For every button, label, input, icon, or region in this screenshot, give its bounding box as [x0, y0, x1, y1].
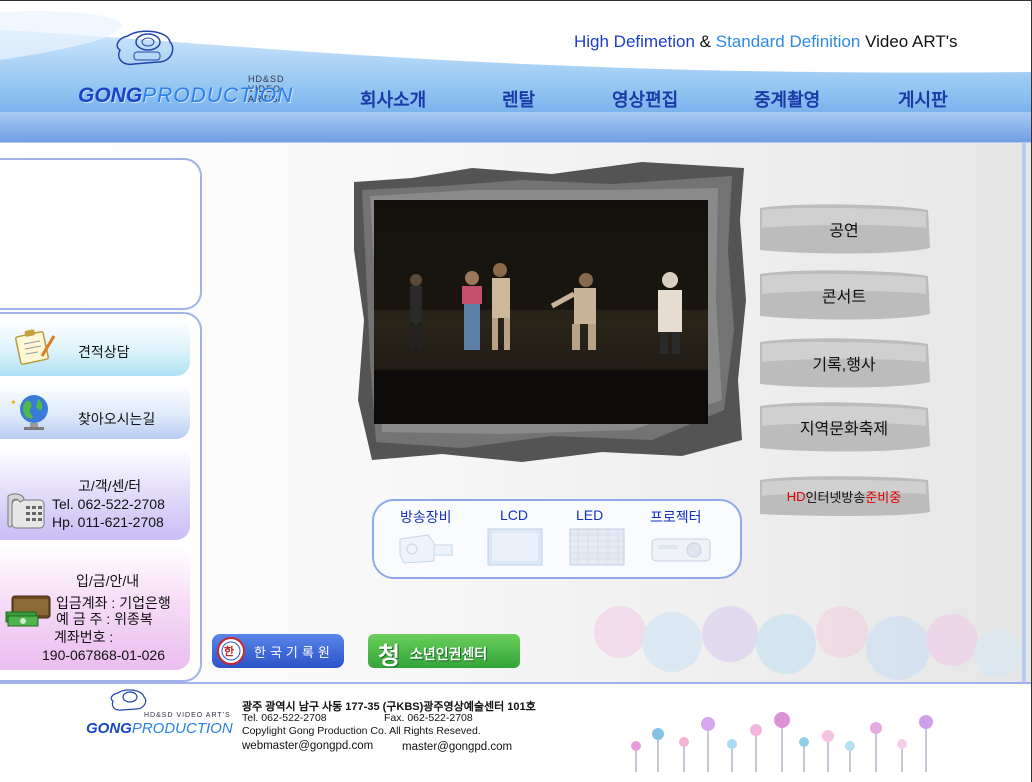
- nav-item-editing[interactable]: 영상편집: [612, 86, 678, 112]
- footer-logo-production: PRODUCTION: [131, 720, 233, 737]
- nav-item-broadcast[interactable]: 중계촬영: [754, 86, 820, 112]
- site-logo[interactable]: HD&SD VIDEO ART'S GONGPRODUCTION: [78, 28, 308, 112]
- category-record-event-label: 기록,행사: [812, 357, 876, 374]
- footer-logo[interactable]: HD&SD VIDEO ART'S GONGPRODUCTION: [86, 688, 236, 746]
- records-seal-char: 한: [224, 646, 235, 658]
- footer-divider: [0, 682, 1032, 684]
- footer-tel: Tel. 062-522-2708: [242, 712, 327, 724]
- korea-records-banner[interactable]: 한 한국기록원: [212, 634, 344, 668]
- category-concert-button[interactable]: 콘서트: [756, 268, 932, 322]
- hd-prefix: HD: [786, 488, 806, 504]
- category-concert-label: 콘서트: [821, 289, 867, 306]
- performance-video[interactable]: [352, 160, 748, 470]
- equipment-projector-link[interactable]: 프로젝터: [650, 507, 702, 527]
- footer-logo-subtitle: HD&SD VIDEO ART'S: [144, 712, 231, 719]
- equipment-led-link[interactable]: LED: [576, 507, 603, 523]
- logo-word-production: PRODUCTION: [142, 84, 294, 107]
- category-festival-button[interactable]: 지역문화축제: [756, 400, 932, 454]
- directions-label: 찾아오시는길: [78, 411, 156, 427]
- youth-rights-big-char: 청: [378, 643, 401, 670]
- deposit-holder: 예 금 주 : 위종복: [56, 611, 153, 627]
- broadcast-camera-icon[interactable]: [394, 525, 460, 569]
- site-header: HD&SD VIDEO ART'S GONGPRODUCTION High De…: [0, 0, 1032, 142]
- tagline-sd: Standard Definition: [715, 32, 861, 51]
- deposit-title: 입/금/안/내: [76, 573, 140, 589]
- logo-wordmark: GONGPRODUCTION: [78, 84, 293, 108]
- category-performance-button[interactable]: 공연: [756, 202, 932, 256]
- korea-records-text: 한국기록원: [254, 645, 334, 660]
- svg-text:✦: ✦: [10, 398, 17, 407]
- hd-internet-broadcast-button[interactable]: HD 인터넷방송 준비중: [756, 474, 932, 518]
- customer-center-hp: Hp. 011-621-2708: [52, 514, 164, 530]
- customer-center-tel: Tel. 062-522-2708: [52, 496, 165, 512]
- footer-master-email[interactable]: master@gongpd.com: [402, 741, 512, 753]
- customer-center-panel: 고/객/센/터 Tel. 062-522-2708 Hp. 011-621-27…: [0, 446, 190, 540]
- telephone-icon: [7, 493, 45, 529]
- customer-center-title: 고/객/센/터: [78, 478, 142, 494]
- footer-fax: Fax. 062-522-2708: [384, 712, 473, 724]
- category-festival-label: 지역문화축제: [799, 421, 889, 438]
- footer-copyright: Copylight Gong Production Co. All Rights…: [242, 725, 481, 737]
- youth-rights-text: 소년인권센터: [410, 646, 488, 662]
- led-panel-icon[interactable]: [564, 525, 630, 569]
- nav-item-board[interactable]: 게시판: [898, 86, 948, 112]
- lcd-screen-icon[interactable]: [482, 525, 548, 569]
- right-rail: [1022, 142, 1026, 682]
- estimate-button[interactable]: 견적상담: [0, 320, 190, 376]
- clipboard-icon: [15, 329, 56, 365]
- money-briefcase-icon: [5, 595, 51, 627]
- nav-item-company[interactable]: 회사소개: [360, 86, 426, 112]
- sidebar-blank-box: [0, 158, 202, 310]
- camera-logo-icon: [116, 30, 174, 66]
- tagline-amp: &: [694, 32, 716, 51]
- equipment-panel: 방송장비 LCD LED 프로젝터: [372, 499, 742, 579]
- header-tagline: High Defimetion & Standard Definition Vi…: [574, 32, 957, 52]
- tagline-hd: High Defimetion: [574, 32, 695, 51]
- main-nav: 회사소개 렌탈 영상편집 중계촬영 게시판: [330, 86, 1020, 112]
- category-record-event-button[interactable]: 기록,행사: [756, 336, 932, 390]
- youth-rights-center-banner[interactable]: 청 소년인권센터: [368, 634, 520, 670]
- deposit-account-number: 190-067868-01-026: [42, 647, 165, 663]
- directions-button[interactable]: ✦ 찾아오시는길: [0, 383, 190, 439]
- equipment-broadcast-link[interactable]: 방송장비: [400, 507, 452, 527]
- equipment-lcd-link[interactable]: LCD: [500, 507, 528, 523]
- logo-word-gong: GONG: [78, 84, 143, 107]
- category-performance-label: 공연: [829, 223, 859, 240]
- globe-icon: ✦: [10, 395, 48, 430]
- projector-icon[interactable]: [648, 525, 714, 569]
- tagline-video: Video ART's: [860, 32, 958, 51]
- estimate-label: 견적상담: [78, 344, 130, 360]
- nav-item-rental[interactable]: 렌탈: [502, 86, 535, 112]
- footer-logo-gong: GONG: [86, 720, 132, 737]
- deposit-info-panel: 입/금/안/내 입금계좌 : 기업은행 예 금 주 : 위종복 계좌번호 : 1…: [0, 548, 190, 670]
- hd-middle: 인터넷방송: [805, 489, 866, 505]
- deposit-account-label: 계좌번호 :: [54, 629, 114, 645]
- hd-suffix: 준비중: [865, 489, 902, 505]
- footer-webmaster-email[interactable]: webmaster@gongpd.com: [242, 740, 373, 752]
- hd-internet-broadcast-label: HD 인터넷방송 준비중: [756, 474, 932, 518]
- footer-logo-wordmark: GONGPRODUCTION: [86, 720, 233, 737]
